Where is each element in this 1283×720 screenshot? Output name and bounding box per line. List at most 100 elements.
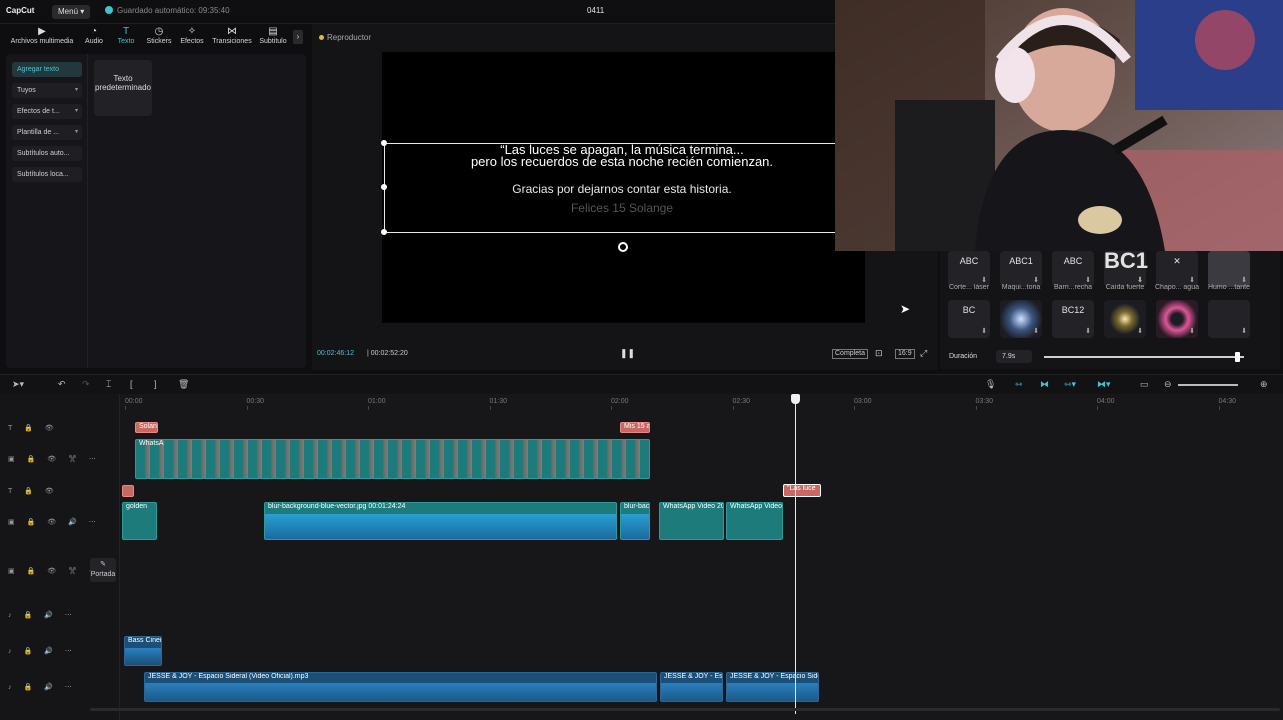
ruler-tick xyxy=(854,406,855,410)
default-text-card[interactable]: Texto predeterminado xyxy=(94,60,152,116)
undo-icon[interactable]: ↶ xyxy=(58,379,66,390)
tab-audio[interactable]: ◔ Audio xyxy=(82,26,106,50)
caption-line-2: pero los recuerdos de esta noche recién … xyxy=(470,154,774,169)
tab-text[interactable]: T Texto xyxy=(114,26,138,50)
effect-tile[interactable]: ABC ⬇ xyxy=(1052,251,1094,287)
toolbar-more-button[interactable]: › xyxy=(293,30,303,44)
category-add-text[interactable]: Agregar texto xyxy=(12,62,82,77)
category-templates[interactable]: Plantilla de ... ▾ xyxy=(12,125,82,140)
tab-effects[interactable]: ✧ Efectos xyxy=(178,26,206,50)
trim-left-icon[interactable]: [ xyxy=(130,379,133,389)
caption-icon[interactable]: ▭ xyxy=(1140,379,1149,390)
menu-button[interactable]: Menú ▾ xyxy=(52,5,91,19)
audio-track-header: ♪ 🔒 🔊 ⋯ xyxy=(8,612,77,619)
audio-icon: ◔ xyxy=(90,26,98,37)
category-yours[interactable]: Tuyos ▾ xyxy=(12,83,82,98)
effect-tile[interactable]: ABC1 ⬇ xyxy=(1000,251,1042,287)
ruler-label: 03:30 xyxy=(975,398,994,405)
link-icon[interactable]: ⧓ xyxy=(1040,379,1049,390)
screenshot-icon[interactable]: ⊡ xyxy=(875,348,883,359)
tab-subtitles[interactable]: ▤ Subtitulo xyxy=(256,26,290,50)
download-icon: ⬇ xyxy=(1137,328,1143,335)
effect-thumb: ABC1 xyxy=(1009,256,1033,266)
snap-icon[interactable]: ⇿ xyxy=(1015,379,1023,390)
rotate-icon[interactable] xyxy=(618,242,628,252)
zoom-slider[interactable] xyxy=(1178,384,1238,386)
effect-tile[interactable]: BC12 ⬇ xyxy=(1052,300,1094,338)
text-clip[interactable]: Solang xyxy=(135,422,158,433)
effect-tile[interactable]: ⬇ xyxy=(1208,300,1250,338)
selected-text-clip[interactable]: "Las luce xyxy=(783,484,821,497)
timeline-scrollbar[interactable] xyxy=(90,708,1280,711)
text-panel: Agregar texto Tuyos ▾ Efectos de t... ▾ Pl… xyxy=(6,54,306,368)
effect-tile[interactable]: ⬇ xyxy=(1000,300,1042,338)
ruler-tick xyxy=(732,406,734,410)
effect-tile[interactable]: BC1 ⬇ xyxy=(1104,250,1148,287)
ruler-label: 02:00 xyxy=(611,398,629,405)
text-clip[interactable] xyxy=(122,485,134,497)
split-icon[interactable]: ⌶ xyxy=(106,379,111,390)
aspect-ratio-button[interactable]: 16:9 xyxy=(895,349,915,359)
zoom-out-icon[interactable]: ⊖ xyxy=(1164,379,1172,390)
music-clip[interactable]: JESSE & JOY - Espacio Sideral (Video Ofi… xyxy=(144,672,657,702)
overlay-clip[interactable]: WhatsApp Video 20 xyxy=(659,502,724,540)
category-local-captions[interactable]: Subtítulos loca... xyxy=(12,167,82,182)
effect-tile[interactable]: ⬇ xyxy=(1104,300,1146,338)
effect-thumb: ABC xyxy=(1063,256,1083,266)
overlay-clip[interactable]: blur-bac xyxy=(620,502,650,540)
effect-tile[interactable]: BC ⬇ xyxy=(948,300,990,338)
delete-icon[interactable]: 🗑 xyxy=(178,379,189,390)
text-track-header: T 🔒 👁 xyxy=(8,488,59,495)
effect-tile[interactable]: ✕ ⬇ xyxy=(1156,251,1198,287)
chevron-down-icon: ▾ xyxy=(74,129,78,135)
ruler-label: 00:30 xyxy=(246,398,265,405)
effect-label: Barri...recha xyxy=(1053,284,1093,291)
sticker-icon: ◷ xyxy=(154,26,164,37)
app-logo: CapCut xyxy=(6,6,35,15)
category-text-effects[interactable]: Efectos de t... ▾ xyxy=(12,104,82,119)
duration-input[interactable]: 7.9s xyxy=(996,350,1032,363)
preview-canvas[interactable]: “Las luces se apagan, la música termina.… xyxy=(381,52,910,323)
download-icon: ⬇ xyxy=(1241,328,1247,335)
overlay-clip[interactable]: blur-background-blue-vector.jpg 00:01:24… xyxy=(264,502,617,540)
ruler-label: 04:30 xyxy=(1218,398,1237,405)
align-icon[interactable]: ⧓▾ xyxy=(1097,379,1111,390)
pause-button[interactable]: ❚❚ xyxy=(620,348,635,359)
download-icon: ⬇ xyxy=(1033,328,1039,335)
current-time: 00:02:46:12 xyxy=(317,350,354,357)
music-clip[interactable]: JESSE & JOY - Espac xyxy=(660,672,723,702)
preview-axis-icon[interactable]: ⇿▾ xyxy=(1064,379,1076,390)
playhead-handle[interactable] xyxy=(791,394,800,404)
audio-clip[interactable]: Bass Cinemá xyxy=(124,636,162,666)
category-label: Subtítulos auto... xyxy=(17,150,70,157)
effect-tile[interactable]: ⬇ xyxy=(1156,300,1198,338)
trim-right-icon[interactable]: ] xyxy=(154,379,157,389)
duration-slider[interactable] xyxy=(1044,352,1244,362)
category-label: Plantilla de ... xyxy=(17,129,60,136)
tab-stickers[interactable]: ◷ Stickers xyxy=(144,26,174,50)
category-label: Efectos de t... xyxy=(17,108,60,115)
resize-handle[interactable] xyxy=(381,229,387,235)
overlay-clip[interactable]: WhatsApp Video 2 xyxy=(726,502,783,540)
fullscreen-icon[interactable]: ⤢ xyxy=(920,348,927,359)
microphone-icon[interactable]: 🎙 xyxy=(985,379,996,390)
effect-tile[interactable]: ABC ⬇ xyxy=(948,251,990,287)
quality-button[interactable]: Completa xyxy=(832,349,868,359)
duration-slider-knob[interactable] xyxy=(1235,352,1240,362)
text-clip[interactable]: Mis 15 a xyxy=(620,422,650,433)
category-auto-captions[interactable]: Subtítulos auto... xyxy=(12,146,82,161)
select-tool-icon[interactable]: ➤▾ xyxy=(12,379,24,390)
overlay-clip[interactable]: golden xyxy=(122,502,157,540)
menu-label: Menú xyxy=(58,7,79,16)
music-clip[interactable]: JESSE & JOY - Espacio Sideral ( xyxy=(726,672,819,702)
video-clip-strip[interactable]: WhatsA xyxy=(135,439,650,479)
audio-track-header: ♪ 🔒 🔊 ⋯ xyxy=(8,684,77,691)
playhead[interactable] xyxy=(795,400,796,714)
zoom-in-icon[interactable]: ⊕ xyxy=(1260,379,1268,390)
tab-media[interactable]: ▶ Archivos multimedia xyxy=(8,26,76,50)
tab-transitions[interactable]: ⋈ Transiciones xyxy=(211,26,253,50)
cover-button[interactable]: ✎ Portada xyxy=(90,558,116,582)
effect-tile[interactable]: ⬇ xyxy=(1208,251,1250,287)
redo-icon[interactable]: ↷ xyxy=(82,379,90,390)
total-time-text: 00:02:52:20 xyxy=(370,350,408,357)
